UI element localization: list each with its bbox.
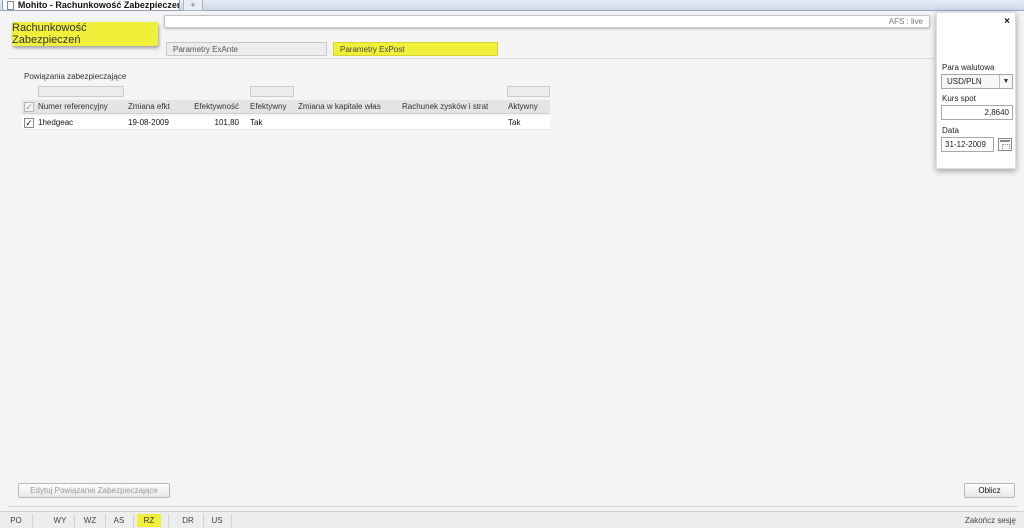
select-all-checkbox[interactable]: ✓: [24, 102, 34, 112]
filter-input-ref[interactable]: [38, 86, 124, 97]
cell-effectiveness: 101,80: [214, 118, 239, 127]
module-tab-as[interactable]: AS: [109, 514, 129, 527]
date-input[interactable]: 31-12-2009: [941, 137, 994, 152]
module-tab-po[interactable]: PO: [4, 514, 28, 527]
browser-tab-title: Mohito - Rachunkowość Zabezpieczeń: [17, 0, 179, 10]
separator: [168, 514, 169, 527]
spot-rate-label: Kurs spot: [942, 94, 976, 103]
column-header-change[interactable]: Zmiana efkt: [128, 100, 176, 114]
grid-header: ✓ Numer referencyjny Zmiana efkt Efektyw…: [22, 100, 550, 114]
separator: [74, 514, 75, 527]
spot-rate-input[interactable]: 2,8640: [941, 105, 1013, 120]
column-header-equity-change[interactable]: Zmiana w kapitale włas: [298, 100, 398, 114]
browser-tab[interactable]: Mohito - Rachunkowość Zabezpieczeń: [2, 0, 180, 11]
table-row[interactable]: ✓ 1hedgeac 19-08-2009 101,80 Tak Tak: [22, 116, 550, 130]
browser-tab-strip: Mohito - Rachunkowość Zabezpieczeń +: [0, 0, 1024, 11]
edit-hedge-relation-button[interactable]: Edytuj Powiązanie Zabezpieczające: [18, 483, 170, 498]
tab-parametry-expost[interactable]: Parametry ExPost: [333, 42, 498, 56]
new-tab-button[interactable]: +: [183, 0, 203, 11]
module-tab-us[interactable]: US: [207, 514, 227, 527]
currency-pair-value: USD/PLN: [947, 77, 982, 86]
close-icon[interactable]: ×: [1004, 16, 1010, 27]
separator: [203, 514, 204, 527]
column-header-effective[interactable]: Efektywny: [250, 100, 292, 114]
cell-date: 19-08-2009: [128, 118, 169, 127]
chevron-down-icon[interactable]: ▼: [999, 75, 1012, 88]
environment-label: AFS : live: [888, 17, 923, 26]
filter-input-effective[interactable]: [250, 86, 294, 97]
date-label: Data: [942, 126, 959, 135]
column-header-pnl[interactable]: Rachunek zysków i strat: [402, 100, 502, 114]
currency-pair-select[interactable]: USD/PLN ▼: [941, 74, 1013, 89]
tab-parametry-exante[interactable]: Parametry ExAnte: [166, 42, 327, 56]
cell-effective: Tak: [250, 118, 263, 127]
divider: [8, 58, 934, 59]
cell-active: Tak: [508, 118, 521, 127]
column-header-ref[interactable]: Numer referencyjny: [38, 100, 128, 114]
filter-input-active[interactable]: [507, 86, 550, 97]
app-brand-button[interactable]: Rachunkowość Zabezpieczeń: [12, 22, 158, 46]
cell-equity-change: [298, 116, 398, 130]
module-tab-rz[interactable]: RZ: [137, 514, 161, 527]
parameters-panel: × Para walutowa USD/PLN ▼ Kurs spot 2,86…: [936, 12, 1016, 169]
separator: [105, 514, 106, 527]
calculate-button[interactable]: Oblicz: [964, 483, 1015, 498]
divider: [8, 506, 1018, 507]
module-tab-wy[interactable]: WY: [50, 514, 70, 527]
document-icon: [7, 0, 14, 10]
separator: [32, 514, 33, 527]
cell-ref: 1hedgeac: [38, 118, 74, 127]
separator: [231, 514, 232, 527]
end-session-link[interactable]: Zakończ sesję: [965, 514, 1016, 527]
module-bar: PO WY WZ AS RZ DR US Zakończ sesję: [0, 511, 1024, 528]
top-bar: AFS : live: [164, 15, 930, 28]
currency-pair-label: Para walutowa: [942, 63, 995, 72]
row-checkbox[interactable]: ✓: [24, 118, 34, 128]
column-header-active[interactable]: Aktywny: [508, 100, 548, 114]
cell-pnl: [402, 116, 502, 130]
section-title: Powiązania zabezpieczające: [24, 72, 127, 81]
column-header-effectiveness[interactable]: Efektywność: [180, 100, 239, 114]
module-tab-dr[interactable]: DR: [178, 514, 198, 527]
module-tab-wz[interactable]: WZ: [79, 514, 101, 527]
separator: [133, 514, 134, 527]
calendar-icon[interactable]: [998, 138, 1012, 151]
